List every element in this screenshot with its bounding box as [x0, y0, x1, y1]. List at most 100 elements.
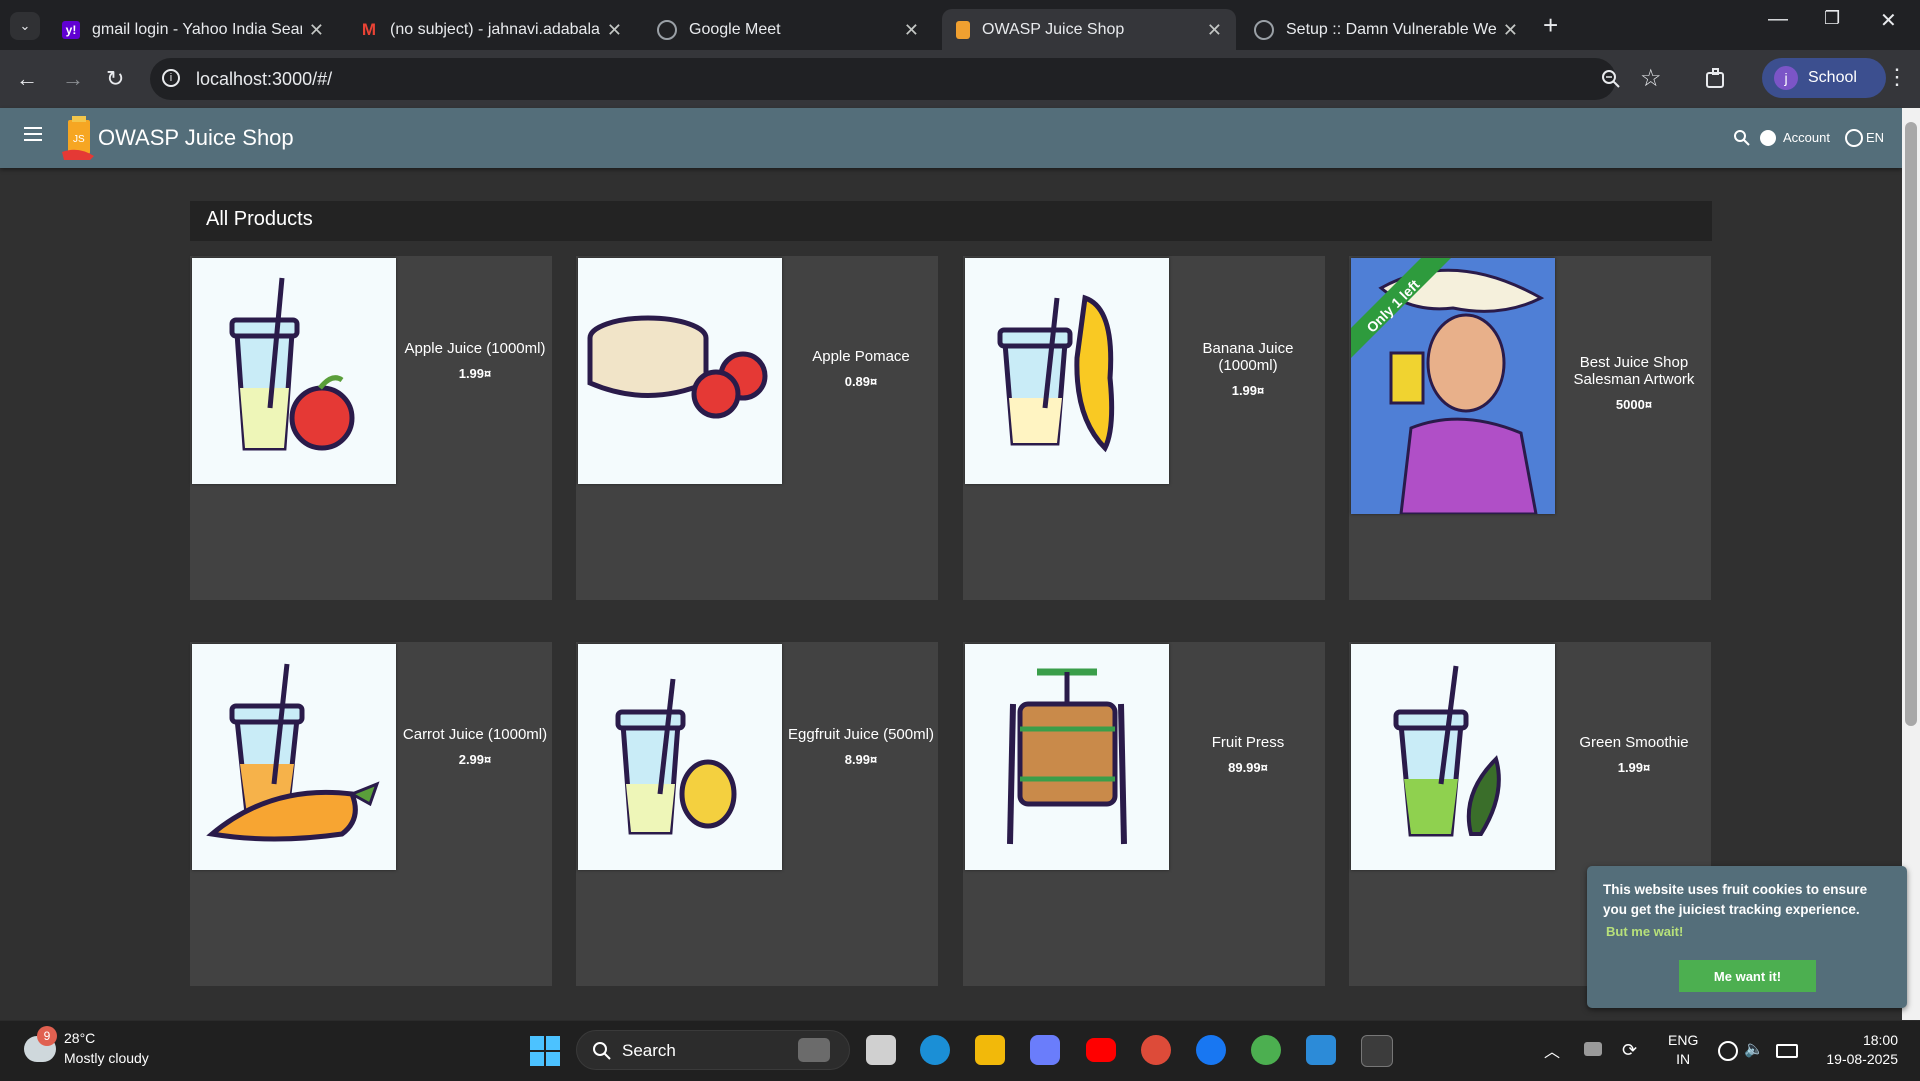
- extensions-icon[interactable]: [1704, 67, 1728, 91]
- eggfruit-juice-image: [578, 644, 782, 870]
- taskbar-search-label[interactable]: Search: [622, 1041, 676, 1061]
- juice-shop-icon: [956, 20, 970, 39]
- product-card-salesman-artwork[interactable]: Only 1 left Best Juice Shop Salesman Art…: [1349, 256, 1711, 600]
- cookie-learn-more-link[interactable]: But me wait!: [1606, 924, 1683, 939]
- site-info-icon[interactable]: i: [162, 69, 180, 87]
- sync-icon[interactable]: ⟳: [1622, 1040, 1637, 1061]
- tab-yahoo-search[interactable]: y! gmail login - Yahoo India Search ✕: [48, 9, 338, 50]
- product-card-apple-pomace[interactable]: Apple Pomace 0.89¤: [576, 256, 938, 600]
- language-globe-icon[interactable]: [1845, 129, 1863, 147]
- products-header-bar: [190, 201, 1712, 241]
- weather-description[interactable]: Mostly cloudy: [64, 1050, 149, 1066]
- fruit-press-image: [965, 644, 1169, 870]
- tab-title: gmail login - Yahoo India Search: [92, 20, 302, 38]
- youtube-icon[interactable]: [1086, 1038, 1116, 1062]
- product-name: Apple Pomace: [812, 348, 910, 365]
- lang-code: ENG: [1668, 1032, 1699, 1048]
- language-button-label[interactable]: EN: [1866, 130, 1884, 145]
- profile-button[interactable]: j School: [1762, 58, 1886, 98]
- reload-icon[interactable]: ↻: [106, 66, 124, 92]
- salesman-artwork-image: Only 1 left: [1351, 258, 1555, 514]
- input-language-indicator[interactable]: ENG IN: [1668, 1031, 1698, 1069]
- tab-title: Google Meet: [689, 20, 781, 38]
- gmail-icon: M: [361, 19, 377, 39]
- clock-time: 18:00: [1862, 1032, 1898, 1048]
- svg-text:JS: JS: [73, 134, 85, 145]
- camera-icon[interactable]: [798, 1038, 830, 1062]
- restore-icon[interactable]: ❐: [1824, 8, 1840, 29]
- product-card-eggfruit-juice[interactable]: Eggfruit Juice (500ml) 8.99¤: [576, 642, 938, 986]
- clock-date: 19-08-2025: [1826, 1051, 1898, 1067]
- minimize-icon[interactable]: —: [1768, 8, 1788, 31]
- weather-temperature[interactable]: 28°C: [64, 1030, 95, 1046]
- app-title[interactable]: OWASP Juice Shop: [98, 125, 294, 151]
- hamburger-menu-icon[interactable]: [24, 127, 42, 145]
- dvwa-icon: [1254, 19, 1274, 40]
- product-card-fruit-press[interactable]: Fruit Press 89.99¤: [963, 642, 1325, 986]
- profile-label: School: [1808, 69, 1857, 86]
- battery-icon[interactable]: [1776, 1044, 1798, 1058]
- product-name: Carrot Juice (1000ml): [402, 726, 548, 743]
- tab-title: (no subject) - jahnavi.adabala@: [390, 20, 600, 38]
- yahoo-icon: y!: [62, 20, 80, 39]
- search-icon[interactable]: [1733, 129, 1751, 147]
- account-circle-icon[interactable]: [1760, 130, 1776, 146]
- product-price: 1.99¤: [458, 366, 492, 381]
- chrome-profile-icon[interactable]: [1251, 1035, 1281, 1065]
- globe-network-icon[interactable]: [1718, 1041, 1738, 1061]
- search-icon: [593, 1042, 611, 1060]
- volume-icon[interactable]: 🔈: [1744, 1039, 1764, 1059]
- product-name: Green Smoothie: [1579, 734, 1689, 751]
- forward-arrow-icon[interactable]: →: [62, 66, 84, 92]
- tab-google-meet[interactable]: Google Meet ✕: [643, 9, 933, 50]
- windows-start-icon[interactable]: [530, 1036, 560, 1066]
- close-tab-icon[interactable]: ✕: [904, 20, 919, 41]
- file-explorer-icon[interactable]: [975, 1035, 1005, 1065]
- back-arrow-icon[interactable]: ←: [16, 66, 38, 92]
- close-tab-icon[interactable]: ✕: [309, 20, 324, 41]
- terminal-icon[interactable]: [1361, 1035, 1393, 1067]
- tab-gmail[interactable]: M (no subject) - jahnavi.adabala@ ✕: [346, 9, 636, 50]
- system-clock[interactable]: 18:00 19-08-2025: [1818, 1031, 1898, 1069]
- product-name: Eggfruit Juice (500ml): [788, 726, 934, 743]
- tray-overflow-chevron-icon[interactable]: ︿: [1544, 1038, 1560, 1062]
- copilot-icon[interactable]: [1030, 1035, 1060, 1065]
- product-price: 0.89¤: [844, 374, 878, 389]
- product-name: Apple Juice (1000ml): [404, 340, 546, 357]
- profile-avatar: j: [1774, 66, 1798, 90]
- product-price: 2.99¤: [458, 752, 492, 767]
- green-smoothie-image: [1351, 644, 1555, 870]
- network-off-icon[interactable]: [1584, 1042, 1602, 1056]
- close-tab-icon[interactable]: ✕: [1207, 20, 1222, 41]
- tab-owasp-juice-shop[interactable]: OWASP Juice Shop ✕: [942, 9, 1236, 50]
- juice-shop-logo[interactable]: JS: [60, 116, 96, 160]
- product-card-banana-juice[interactable]: Banana Juice (1000ml) 1.99¤: [963, 256, 1325, 600]
- product-price: 8.99¤: [844, 752, 878, 767]
- browser-menu-icon[interactable]: ⋮: [1886, 64, 1908, 90]
- tab-search-dropdown-icon[interactable]: ⌄: [10, 12, 40, 40]
- product-card-apple-juice[interactable]: Apple Juice (1000ml) 1.99¤: [190, 256, 552, 600]
- edge-icon[interactable]: [920, 1035, 950, 1065]
- region-code: IN: [1676, 1051, 1691, 1067]
- close-tab-icon[interactable]: ✕: [607, 20, 622, 41]
- close-window-icon[interactable]: ✕: [1880, 8, 1897, 33]
- bookmark-star-icon[interactable]: ☆: [1640, 64, 1662, 93]
- address-bar[interactable]: [150, 58, 1616, 100]
- banana-juice-image: [965, 258, 1169, 484]
- vscode-icon[interactable]: [1306, 1035, 1336, 1065]
- facebook-icon[interactable]: [1196, 1035, 1226, 1065]
- product-card-carrot-juice[interactable]: Carrot Juice (1000ml) 2.99¤: [190, 642, 552, 986]
- account-button-label[interactable]: Account: [1783, 130, 1830, 145]
- carrot-juice-image: [192, 644, 396, 870]
- new-tab-plus-icon[interactable]: +: [1543, 10, 1558, 41]
- tab-dvwa-setup[interactable]: Setup :: Damn Vulnerable Web ✕: [1240, 9, 1532, 50]
- task-view-icon[interactable]: [866, 1035, 896, 1065]
- product-name: Banana Juice (1000ml): [1202, 340, 1294, 374]
- scrollbar-thumb[interactable]: [1905, 122, 1917, 726]
- cookie-accept-button[interactable]: Me want it!: [1679, 960, 1816, 992]
- section-title: All Products: [206, 208, 313, 230]
- url-text[interactable]: localhost:3000/#/: [196, 69, 332, 90]
- zoom-icon[interactable]: [1600, 68, 1622, 90]
- close-tab-icon[interactable]: ✕: [1503, 20, 1518, 41]
- chrome-icon[interactable]: [1141, 1035, 1171, 1065]
